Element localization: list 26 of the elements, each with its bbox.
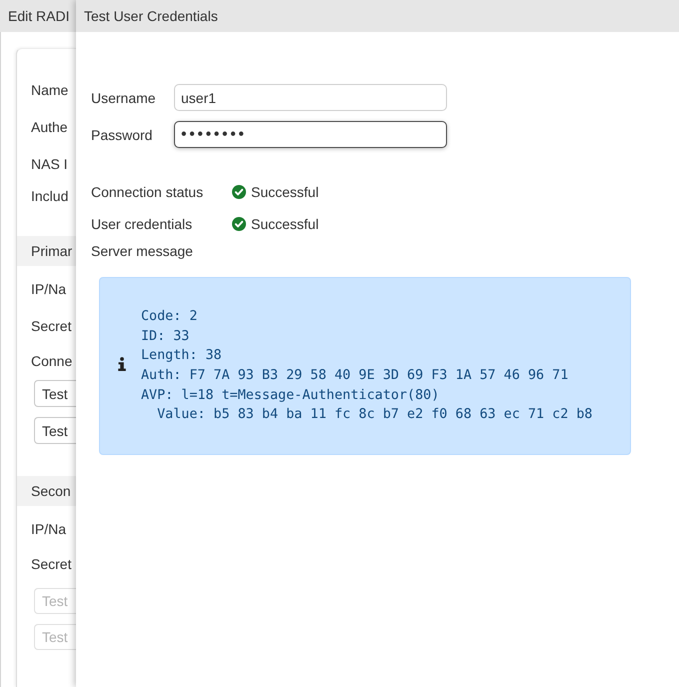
field-label: Password	[91, 126, 154, 142]
section-header: Primar	[17, 236, 76, 266]
field-label: Authe	[30, 118, 69, 136]
field-label: Secret	[30, 555, 72, 574]
status-label: User credentials	[91, 216, 194, 232]
text-field[interactable]: user1	[174, 84, 447, 111]
dialog-title: Edit RADI	[8, 8, 70, 24]
field-label: NAS I	[30, 154, 69, 174]
dialog-title: Test User Credentials	[84, 8, 218, 24]
section-header: Secon	[17, 476, 76, 506]
message-text: Code: 2 ID: 33 Length: 38 Auth: F7 7A 93 B3 29 58 40 9E 3D 69 F3 1A 57 46 96 71 AVP: l=18 t=Message-Authenticator(80) Value: b5 83 b4 ba 11 fc 8c b7 e2 f0 68 63 ec 71 c2 b8	[141, 308, 592, 424]
field-label: IP/Na	[30, 520, 68, 538]
field-label: Includ	[30, 187, 70, 206]
field-label: Server message	[91, 243, 193, 259]
password-field[interactable]: ••••••••	[174, 121, 447, 148]
status-text: Successful	[251, 216, 319, 232]
field-label: Name	[30, 80, 70, 100]
status-label: Connection status	[91, 184, 204, 200]
test-button[interactable]: Test	[34, 380, 76, 407]
status-text: Successful	[251, 184, 319, 200]
field-label: Conne	[30, 352, 74, 371]
field-label: Username	[91, 90, 157, 106]
field-label: Secret	[30, 316, 72, 336]
test-button[interactable]: Test	[34, 417, 76, 444]
info-icon	[117, 357, 127, 371]
field-label: IP/Na	[30, 280, 68, 298]
